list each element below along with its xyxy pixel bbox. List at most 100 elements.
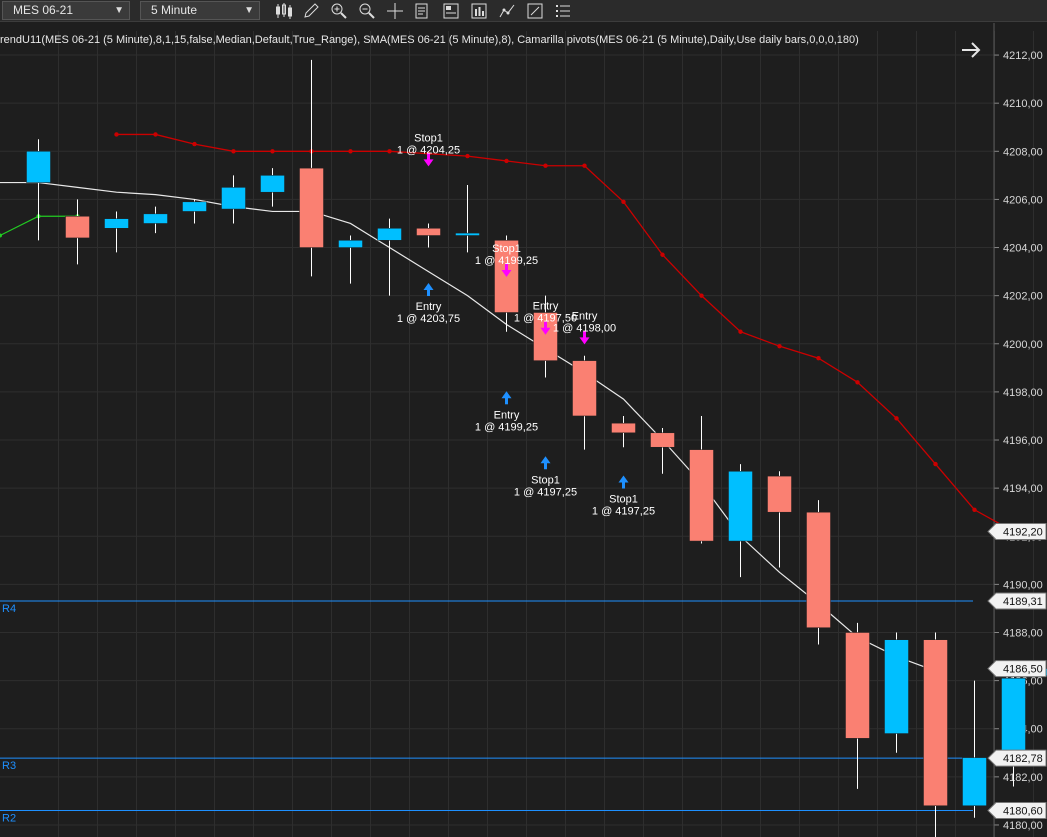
- trade-label-name: Entry: [416, 301, 442, 313]
- candle-body-up: [728, 471, 753, 542]
- candle-body-up: [104, 218, 129, 229]
- pivot-label-r2: R2: [2, 813, 16, 825]
- y-axis-tick-label: 4204,00: [1003, 243, 1043, 255]
- strategy-icon[interactable]: [470, 2, 488, 20]
- trade-label-price: 1 @ 4198,00: [553, 322, 616, 334]
- trade-label-name: Stop1: [492, 243, 521, 255]
- trade-label-price: 1 @ 4203,75: [397, 313, 460, 325]
- camarilla-point: [777, 343, 782, 349]
- candle-body-down: [845, 632, 870, 739]
- camarilla-point: [465, 153, 470, 159]
- price-flag: 4180,60: [987, 802, 1047, 820]
- camarilla-point: [192, 141, 197, 147]
- price-flag-label: 4186,50: [1003, 664, 1043, 676]
- camarilla-point: [387, 149, 392, 154]
- candle-body-down: [416, 228, 441, 236]
- trade-label-name: Stop1: [531, 474, 560, 486]
- chevron-down-icon: ▼: [244, 5, 254, 16]
- trade-label-price: 1 @ 4197,25: [514, 486, 577, 498]
- camarilla-point: [114, 132, 119, 137]
- camarilla-point: [231, 149, 236, 154]
- candle-body-down: [611, 422, 636, 434]
- pencil-icon[interactable]: [302, 2, 320, 20]
- candle-body-down: [650, 432, 675, 448]
- y-axis-tick-label: 4180,00: [1003, 820, 1043, 832]
- trade-label-name: Entry: [533, 301, 559, 313]
- zoom-in-icon[interactable]: [330, 2, 348, 20]
- y-axis-tick-label: 4188,00: [1003, 627, 1043, 639]
- candle-body-up: [182, 201, 207, 212]
- arrow-up-icon: [622, 481, 625, 489]
- candle-body-up: [338, 240, 363, 248]
- zoom-out-icon[interactable]: [358, 2, 376, 20]
- price-flag-label: 4182,78: [1003, 753, 1043, 765]
- price-flag-label: 4192,20: [1003, 526, 1043, 538]
- camarilla-point: [894, 416, 899, 421]
- price-flag-label: 4180,60: [1003, 806, 1043, 818]
- candle-body-up: [962, 757, 987, 806]
- candle-body-down: [806, 511, 831, 628]
- camarilla-point: [816, 356, 821, 361]
- camarilla-point: [582, 163, 587, 168]
- y-axis-tick-label: 4196,00: [1003, 435, 1043, 447]
- camarilla-point: [504, 158, 509, 164]
- price-chart[interactable]: 4180,004182,004184,004186,004188,004190,…: [0, 23, 1047, 837]
- chart-toolbar: MES 06-21 ▼ 5 Minute ▼: [0, 0, 1047, 22]
- trade-label-price: 1 @ 4199,25: [475, 255, 538, 267]
- candle-body-down: [689, 449, 714, 542]
- candle-body-up: [143, 213, 168, 224]
- candle-body-down: [299, 167, 324, 248]
- arrow-up-icon: [544, 462, 547, 470]
- candle-body-up: [455, 232, 480, 236]
- candle-body-down: [923, 639, 948, 806]
- camarilla-point: [933, 461, 938, 467]
- candle-body-down: [767, 475, 792, 513]
- y-axis-tick-label: 4210,00: [1003, 98, 1043, 110]
- indicators-icon[interactable]: [498, 2, 516, 20]
- pivot-label-r3: R3: [2, 760, 16, 772]
- trade-label-name: Stop1: [609, 494, 638, 506]
- trade-label-name: Stop1: [414, 132, 443, 144]
- candle-body-up: [1001, 677, 1026, 761]
- candle-body-up: [221, 187, 246, 210]
- camarilla-point: [699, 293, 704, 298]
- order-list-icon[interactable]: [554, 2, 572, 20]
- y-axis-tick-label: 4202,00: [1003, 291, 1043, 303]
- candlestick-icon[interactable]: [275, 2, 293, 20]
- drawing-tools-icon[interactable]: [526, 2, 544, 20]
- crosshair-icon[interactable]: [386, 2, 404, 20]
- properties-icon[interactable]: [442, 2, 460, 20]
- camarilla-point: [621, 199, 626, 205]
- arrow-right-icon[interactable]: [960, 39, 982, 61]
- data-box-icon[interactable]: [414, 2, 432, 20]
- y-axis-tick-label: 4182,00: [1003, 772, 1043, 784]
- timeframe-selector[interactable]: 5 Minute ▼: [140, 1, 260, 20]
- candle-body-up: [260, 175, 285, 193]
- camarilla-point: [972, 507, 977, 512]
- camarilla-point: [855, 380, 860, 385]
- camarilla-point: [543, 163, 548, 168]
- y-axis-tick-label: 4206,00: [1003, 194, 1043, 206]
- candle-body-up: [26, 151, 51, 183]
- camarilla-point: [270, 149, 275, 154]
- arrow-up-icon: [427, 289, 430, 297]
- y-axis-tick-label: 4190,00: [1003, 579, 1043, 591]
- indicator-legend: rendU11(MES 06-21 (5 Minute),8,1,15,fals…: [0, 34, 859, 46]
- camarilla-point: [153, 132, 158, 137]
- y-axis-tick-label: 4194,00: [1003, 483, 1043, 495]
- price-flag: 4186,50: [987, 660, 1047, 678]
- camarilla-point: [348, 149, 353, 154]
- price-flag: 4182,78: [987, 749, 1047, 767]
- camarilla-point: [660, 252, 665, 257]
- price-flag-label: 4189,31: [1003, 596, 1043, 608]
- trade-label-name: Entry: [572, 310, 598, 322]
- price-flag: 4192,20: [987, 522, 1047, 540]
- trade-label-price: 1 @ 4199,25: [475, 421, 538, 433]
- y-axis-tick-label: 4212,00: [1003, 50, 1043, 62]
- camarilla-point: [738, 329, 743, 334]
- trade-label-price: 1 @ 4204,25: [397, 144, 460, 156]
- trade-label-name: Entry: [494, 409, 520, 421]
- instrument-selector[interactable]: MES 06-21 ▼: [2, 1, 130, 20]
- y-axis-tick-label: 4208,00: [1003, 146, 1043, 158]
- trade-label-price: 1 @ 4197,25: [592, 506, 655, 518]
